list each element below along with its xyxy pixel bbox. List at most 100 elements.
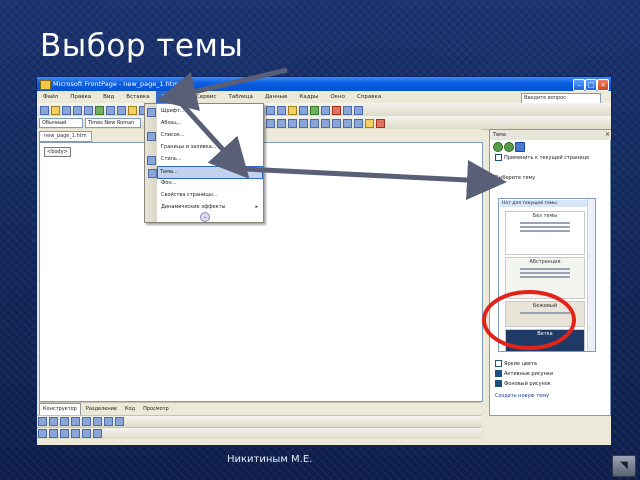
theme-thumbnail-abstract[interactable]: Абстракция bbox=[505, 257, 585, 299]
align-left-icon[interactable] bbox=[266, 119, 275, 128]
frontpage-app-icon bbox=[40, 80, 51, 90]
menu-help[interactable]: Справка bbox=[351, 91, 387, 103]
tool-icon[interactable] bbox=[93, 429, 102, 438]
numbering-icon[interactable] bbox=[321, 119, 330, 128]
hyperlink-icon[interactable] bbox=[310, 106, 319, 115]
select-theme-label: Выберите тему bbox=[495, 175, 536, 181]
forward-icon[interactable] bbox=[504, 142, 514, 152]
indent-icon[interactable] bbox=[343, 119, 352, 128]
refresh-icon[interactable] bbox=[321, 106, 330, 115]
menu-frames[interactable]: Кадры bbox=[293, 91, 324, 103]
menu-item-list[interactable]: Список... bbox=[147, 130, 261, 141]
save-icon[interactable] bbox=[62, 106, 71, 115]
copy-icon[interactable] bbox=[117, 106, 126, 115]
theme-list-scrollbar[interactable] bbox=[587, 199, 595, 351]
paste-icon[interactable] bbox=[128, 106, 137, 115]
menu-item-background[interactable]: Фон... bbox=[159, 178, 261, 189]
menu-item-style[interactable]: Стиль... bbox=[147, 154, 261, 165]
option-label: Фоновый рисунок bbox=[504, 381, 551, 387]
menu-tools[interactable]: Сервис bbox=[190, 91, 223, 103]
tool-icon[interactable] bbox=[93, 417, 102, 426]
tool-icon[interactable] bbox=[82, 417, 91, 426]
help-icon[interactable] bbox=[354, 106, 363, 115]
print-icon[interactable] bbox=[73, 106, 82, 115]
close-pane-icon[interactable]: × bbox=[605, 130, 610, 140]
align-center-icon[interactable] bbox=[277, 119, 286, 128]
style-combo[interactable]: Обычный bbox=[39, 118, 83, 128]
option-vivid-colors[interactable]: Яркие цвета bbox=[495, 360, 537, 368]
style-icon bbox=[147, 156, 156, 165]
menu-table[interactable]: Таблица bbox=[223, 91, 259, 103]
checkbox-checked-icon bbox=[495, 370, 502, 377]
font-combo[interactable]: Times New Roman bbox=[85, 118, 141, 128]
highlight-color-icon[interactable] bbox=[365, 119, 374, 128]
menu-item-dynamic-effects[interactable]: Динамические эффекты ▸ bbox=[159, 202, 261, 213]
tool-icon[interactable] bbox=[49, 429, 58, 438]
create-new-theme-link[interactable]: Создать новую тему bbox=[495, 392, 549, 400]
menu-edit[interactable]: Правка bbox=[64, 91, 97, 103]
insert-picture-icon[interactable] bbox=[288, 106, 297, 115]
tool-icon[interactable] bbox=[38, 417, 47, 426]
standard-toolbar-icons-right bbox=[265, 105, 364, 115]
window-titlebar[interactable]: Microsoft FrontPage - new_page_1.htm – □… bbox=[37, 77, 611, 91]
minimize-button[interactable]: – bbox=[573, 79, 585, 91]
justify-icon[interactable] bbox=[299, 119, 308, 128]
increase-font-icon[interactable] bbox=[310, 119, 319, 128]
bullets-icon[interactable] bbox=[332, 119, 341, 128]
apply-to-current-page-option[interactable]: Применить к текущей странице bbox=[495, 154, 589, 162]
maximize-button[interactable]: □ bbox=[585, 79, 597, 91]
font-color-icon[interactable] bbox=[376, 119, 385, 128]
tool-icon[interactable] bbox=[38, 429, 47, 438]
tab-code[interactable]: Код bbox=[122, 404, 138, 415]
menu-item-label: Свойства страницы... bbox=[161, 192, 218, 198]
drawing-icon[interactable] bbox=[299, 106, 308, 115]
borders-icon[interactable] bbox=[354, 119, 363, 128]
tool-icon[interactable] bbox=[60, 429, 69, 438]
menu-window[interactable]: Окно bbox=[324, 91, 351, 103]
tab-preview[interactable]: Просмотр bbox=[140, 404, 172, 415]
tool-icon[interactable] bbox=[115, 417, 124, 426]
new-page-icon[interactable] bbox=[40, 106, 49, 115]
insert-table-icon[interactable] bbox=[266, 106, 275, 115]
format-menu-dropdown: Шрифт... Абзац... Список... Границы и за… bbox=[144, 103, 264, 223]
option-background-picture[interactable]: Фоновый рисунок bbox=[495, 380, 551, 388]
menu-view[interactable]: Вид bbox=[97, 91, 120, 103]
menu-item-label: Динамические эффекты bbox=[161, 204, 226, 210]
show-all-icon[interactable] bbox=[343, 106, 352, 115]
open-icon[interactable] bbox=[51, 106, 60, 115]
menu-format[interactable]: Формат bbox=[155, 91, 190, 103]
tool-icon[interactable] bbox=[71, 429, 80, 438]
menu-item-page-properties[interactable]: Свойства страницы... bbox=[159, 190, 261, 201]
tool-icon[interactable] bbox=[82, 429, 91, 438]
menu-data[interactable]: Данные bbox=[259, 91, 294, 103]
theme-thumbnail-branch[interactable]: Ветка bbox=[505, 329, 585, 351]
insert-layer-icon[interactable] bbox=[277, 106, 286, 115]
theme-thumbnail-none[interactable]: Без темы bbox=[505, 211, 585, 255]
expand-menu-chevron-icon[interactable]: ⌄ bbox=[200, 212, 210, 222]
menu-file[interactable]: Файл bbox=[37, 91, 64, 103]
option-active-graphics[interactable]: Активные рисунки bbox=[495, 370, 553, 378]
tool-icon[interactable] bbox=[71, 417, 80, 426]
slide-nav-button[interactable]: ◥ bbox=[612, 455, 636, 477]
align-right-icon[interactable] bbox=[288, 119, 297, 128]
submenu-arrow-icon: ▸ bbox=[255, 204, 258, 210]
spelling-icon[interactable] bbox=[95, 106, 104, 115]
theme-thumbnail-beige[interactable]: Бежевый bbox=[505, 301, 585, 327]
menu-item-paragraph[interactable]: Абзац... bbox=[159, 118, 261, 129]
document-tab[interactable]: new_page_1.htm bbox=[39, 131, 92, 142]
close-window-button[interactable]: × bbox=[597, 79, 609, 91]
menu-item-borders[interactable]: Границы и заливка... bbox=[159, 142, 261, 153]
tool-icon[interactable] bbox=[104, 417, 113, 426]
back-icon[interactable] bbox=[493, 142, 503, 152]
stop-icon[interactable] bbox=[332, 106, 341, 115]
menu-insert[interactable]: Вставка bbox=[120, 91, 155, 103]
tab-split[interactable]: Разделение bbox=[83, 404, 120, 415]
tool-icon[interactable] bbox=[60, 417, 69, 426]
tool-icon[interactable] bbox=[49, 417, 58, 426]
body-tag-selector[interactable]: <body> bbox=[44, 147, 71, 157]
menu-item-font[interactable]: Шрифт... bbox=[147, 106, 261, 117]
home-icon[interactable] bbox=[515, 142, 525, 152]
theme-list[interactable]: Нет для текущей темы Без темы Абстракция… bbox=[498, 198, 596, 352]
cut-icon[interactable] bbox=[106, 106, 115, 115]
preview-icon[interactable] bbox=[84, 106, 93, 115]
